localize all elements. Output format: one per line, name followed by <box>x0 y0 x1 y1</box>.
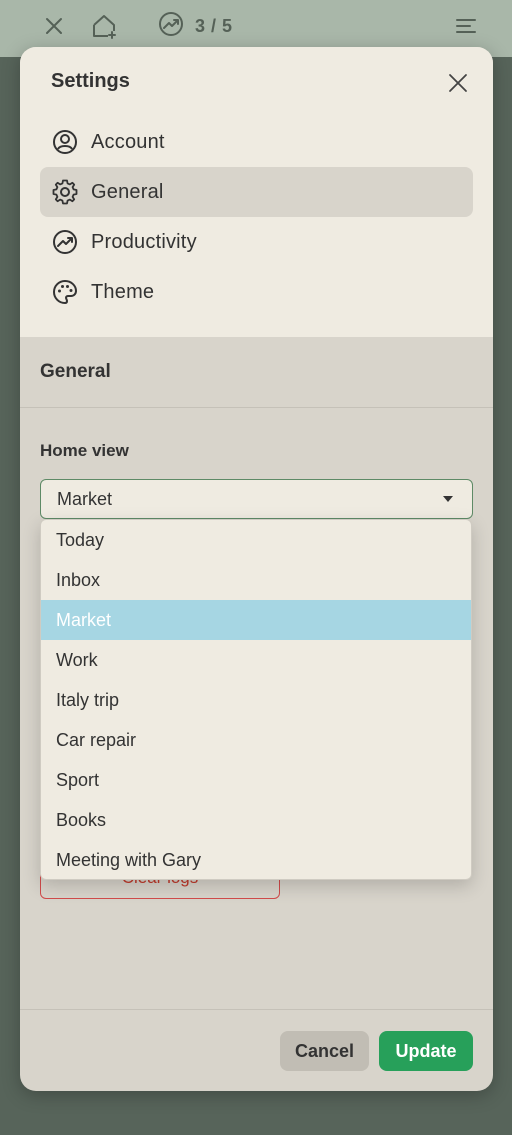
nav-item-theme[interactable]: Theme <box>40 267 473 317</box>
account-circle-icon <box>52 129 78 155</box>
nav-item-label: Productivity <box>91 230 197 253</box>
home-view-label: Home view <box>40 441 129 460</box>
settings-nav-panel: Settings Account General Productivity Th… <box>20 47 493 337</box>
dropdown-option-sport[interactable]: Sport <box>41 760 471 800</box>
menu-icon[interactable] <box>452 12 480 40</box>
section-header: General <box>20 337 493 408</box>
nav-item-label: General <box>91 180 164 203</box>
dropdown-option-today[interactable]: Today <box>41 520 471 560</box>
gear-icon <box>52 179 78 205</box>
nav-item-label: Theme <box>91 280 155 303</box>
select-value: Market <box>57 488 113 509</box>
footer-divider <box>20 1009 493 1010</box>
dropdown-option-books[interactable]: Books <box>41 800 471 840</box>
dropdown-option-inbox[interactable]: Inbox <box>41 560 471 600</box>
trending-icon <box>157 10 185 43</box>
nav-item-productivity[interactable]: Productivity <box>40 217 473 267</box>
nav-item-general[interactable]: General <box>40 167 473 217</box>
trending-icon <box>52 229 78 255</box>
close-icon <box>449 74 467 92</box>
palette-icon <box>52 279 78 305</box>
cancel-button[interactable]: Cancel <box>280 1031 369 1071</box>
update-button[interactable]: Update <box>379 1031 473 1071</box>
dropdown-option-italy-trip[interactable]: Italy trip <box>41 680 471 720</box>
home-view-select[interactable]: Market <box>40 479 473 519</box>
home-add-icon[interactable] <box>90 12 118 40</box>
nav-item-account[interactable]: Account <box>40 117 473 167</box>
caret-down-icon <box>443 496 453 502</box>
dialog-title: Settings <box>51 70 130 92</box>
progress-count: 3 / 5 <box>195 15 233 36</box>
dropdown-option-work[interactable]: Work <box>41 640 471 680</box>
dropdown-option-car-repair[interactable]: Car repair <box>41 720 471 760</box>
close-icon[interactable] <box>40 12 68 40</box>
nav-item-label: Account <box>91 130 165 153</box>
home-view-dropdown: Today Inbox Market Work Italy trip Car r… <box>40 519 472 880</box>
progress-indicator[interactable]: 3 / 5 <box>157 10 233 43</box>
section-title: General <box>40 361 111 382</box>
dialog-close-button[interactable] <box>444 69 472 97</box>
dropdown-option-meeting-with-gary[interactable]: Meeting with Gary <box>41 840 471 879</box>
dropdown-option-market[interactable]: Market <box>41 600 471 640</box>
